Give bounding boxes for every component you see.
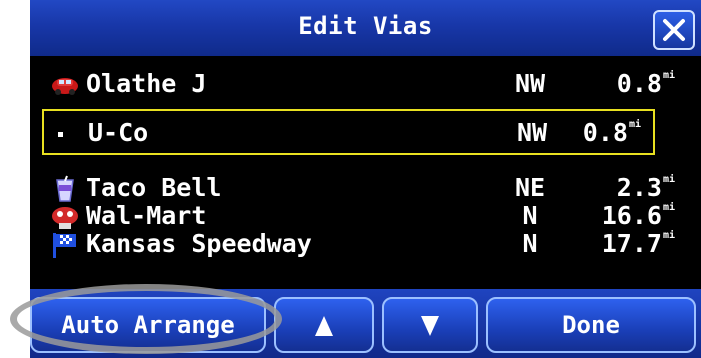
done-button[interactable]: Done: [486, 297, 696, 353]
arrow-up-icon: [315, 316, 333, 336]
arrow-down-icon: [421, 316, 439, 336]
auto-arrange-button[interactable]: Auto Arrange: [30, 297, 266, 353]
via-direction: N: [522, 229, 538, 258]
close-button[interactable]: [653, 10, 695, 50]
via-distance: 17.7mi: [601, 229, 675, 258]
dot-icon: [58, 132, 63, 137]
car-icon: [52, 78, 78, 95]
via-row-u-co[interactable]: U-Co NW 0.8mi: [42, 109, 655, 155]
checkered-flag-icon: [53, 233, 76, 258]
button-bar: Auto Arrange Done: [30, 289, 701, 358]
via-distance: 0.8mi: [616, 69, 675, 98]
close-icon: [663, 19, 685, 41]
move-down-button[interactable]: [382, 297, 478, 353]
via-direction: NW: [514, 69, 546, 98]
edit-vias-screen: Edit Vias Olathe J NW 0.8mi U-Co NW 0.8m…: [30, 0, 701, 358]
via-direction: NW: [516, 118, 548, 147]
via-name: Olathe J: [86, 69, 207, 98]
page-title: Edit Vias: [298, 12, 433, 40]
via-row-olathe[interactable]: Olathe J NW 0.8mi: [30, 62, 701, 108]
via-row-kansas-speedway[interactable]: Kansas Speedway N 17.7mi: [30, 222, 701, 268]
title-bar: Edit Vias: [30, 0, 701, 56]
move-up-button[interactable]: [274, 297, 374, 353]
via-name: U-Co: [88, 118, 149, 147]
via-distance: 0.8mi: [582, 118, 641, 147]
via-name: Kansas Speedway: [86, 229, 312, 258]
